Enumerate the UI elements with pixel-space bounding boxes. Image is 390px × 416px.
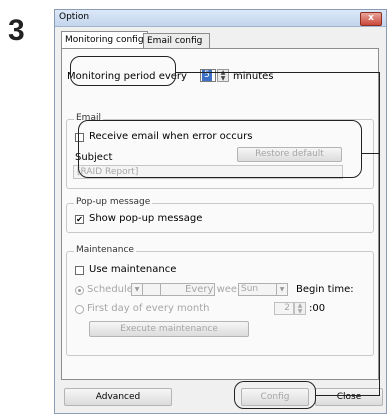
minute-suffix: :00 bbox=[309, 303, 326, 314]
chevron-down-icon: ▼ bbox=[276, 284, 287, 295]
begin-hour-spinner[interactable]: ▲ ▼ bbox=[294, 302, 306, 315]
monitoring-config-panel: Monitoring period every 5 ▲▼ minutes Ema… bbox=[61, 48, 379, 380]
day-value: Sun bbox=[241, 284, 259, 294]
monitoring-period-spinner[interactable]: ▲▼ bbox=[217, 69, 229, 82]
leader-line-vertical-lower bbox=[379, 153, 380, 396]
step-number: 3 bbox=[8, 14, 25, 47]
maintenance-legend: Maintenance bbox=[74, 245, 136, 255]
schedule-select[interactable]: ▼ bbox=[131, 283, 161, 296]
chevron-down-icon: ▼ bbox=[132, 284, 143, 295]
maintenance-group: Maintenance Use maintenance Schedule ▼ E… bbox=[66, 245, 374, 356]
callout-config-button bbox=[234, 381, 316, 409]
begin-hour-value: 2 bbox=[284, 303, 290, 313]
schedule-radio[interactable] bbox=[75, 286, 84, 295]
leader-line-config bbox=[316, 395, 380, 396]
leader-line-email bbox=[362, 153, 380, 154]
close-label: Close bbox=[336, 392, 362, 402]
leader-line-vertical bbox=[379, 72, 380, 154]
begin-time-label: Begin time: bbox=[296, 284, 354, 295]
monitoring-period-input[interactable]: 5 bbox=[200, 69, 216, 82]
close-icon: x bbox=[368, 13, 374, 23]
advanced-button[interactable]: Advanced bbox=[64, 388, 172, 406]
leader-line-monitoring bbox=[176, 72, 380, 73]
close-button[interactable]: Close bbox=[315, 388, 383, 406]
tab-monitoring-config[interactable]: Monitoring config bbox=[61, 31, 148, 48]
first-day-radio[interactable] bbox=[75, 305, 84, 314]
callout-monitoring-period bbox=[70, 56, 176, 86]
tab-label: Email config bbox=[147, 36, 203, 46]
title-bar: Option x bbox=[55, 10, 386, 27]
begin-hour-input[interactable]: 2 bbox=[274, 302, 294, 315]
use-maintenance-checkbox[interactable] bbox=[75, 266, 84, 275]
schedule-label: Schedule bbox=[87, 284, 133, 295]
execute-maintenance-label: Execute maintenance bbox=[120, 324, 218, 334]
show-popup-checkbox[interactable]: ✔ bbox=[75, 215, 84, 224]
popup-legend: Pop-up message bbox=[74, 197, 153, 207]
use-maintenance-label: Use maintenance bbox=[89, 264, 177, 275]
popup-group: Pop-up message ✔ Show pop-up message bbox=[66, 197, 374, 233]
advanced-label: Advanced bbox=[95, 392, 141, 402]
every-week-label: Every week bbox=[185, 284, 243, 295]
close-window-button[interactable]: x bbox=[360, 12, 382, 26]
window-title: Option bbox=[59, 12, 90, 22]
first-day-label: First day of every month bbox=[87, 303, 210, 314]
tab-label: Monitoring config bbox=[65, 35, 144, 45]
execute-maintenance-button[interactable]: Execute maintenance bbox=[89, 321, 249, 337]
show-popup-label: Show pop-up message bbox=[89, 213, 203, 224]
day-select[interactable]: Sun ▼ bbox=[238, 283, 288, 296]
tab-email-config[interactable]: Email config bbox=[143, 33, 210, 48]
callout-email bbox=[78, 120, 362, 178]
check-icon: ✔ bbox=[76, 215, 83, 224]
